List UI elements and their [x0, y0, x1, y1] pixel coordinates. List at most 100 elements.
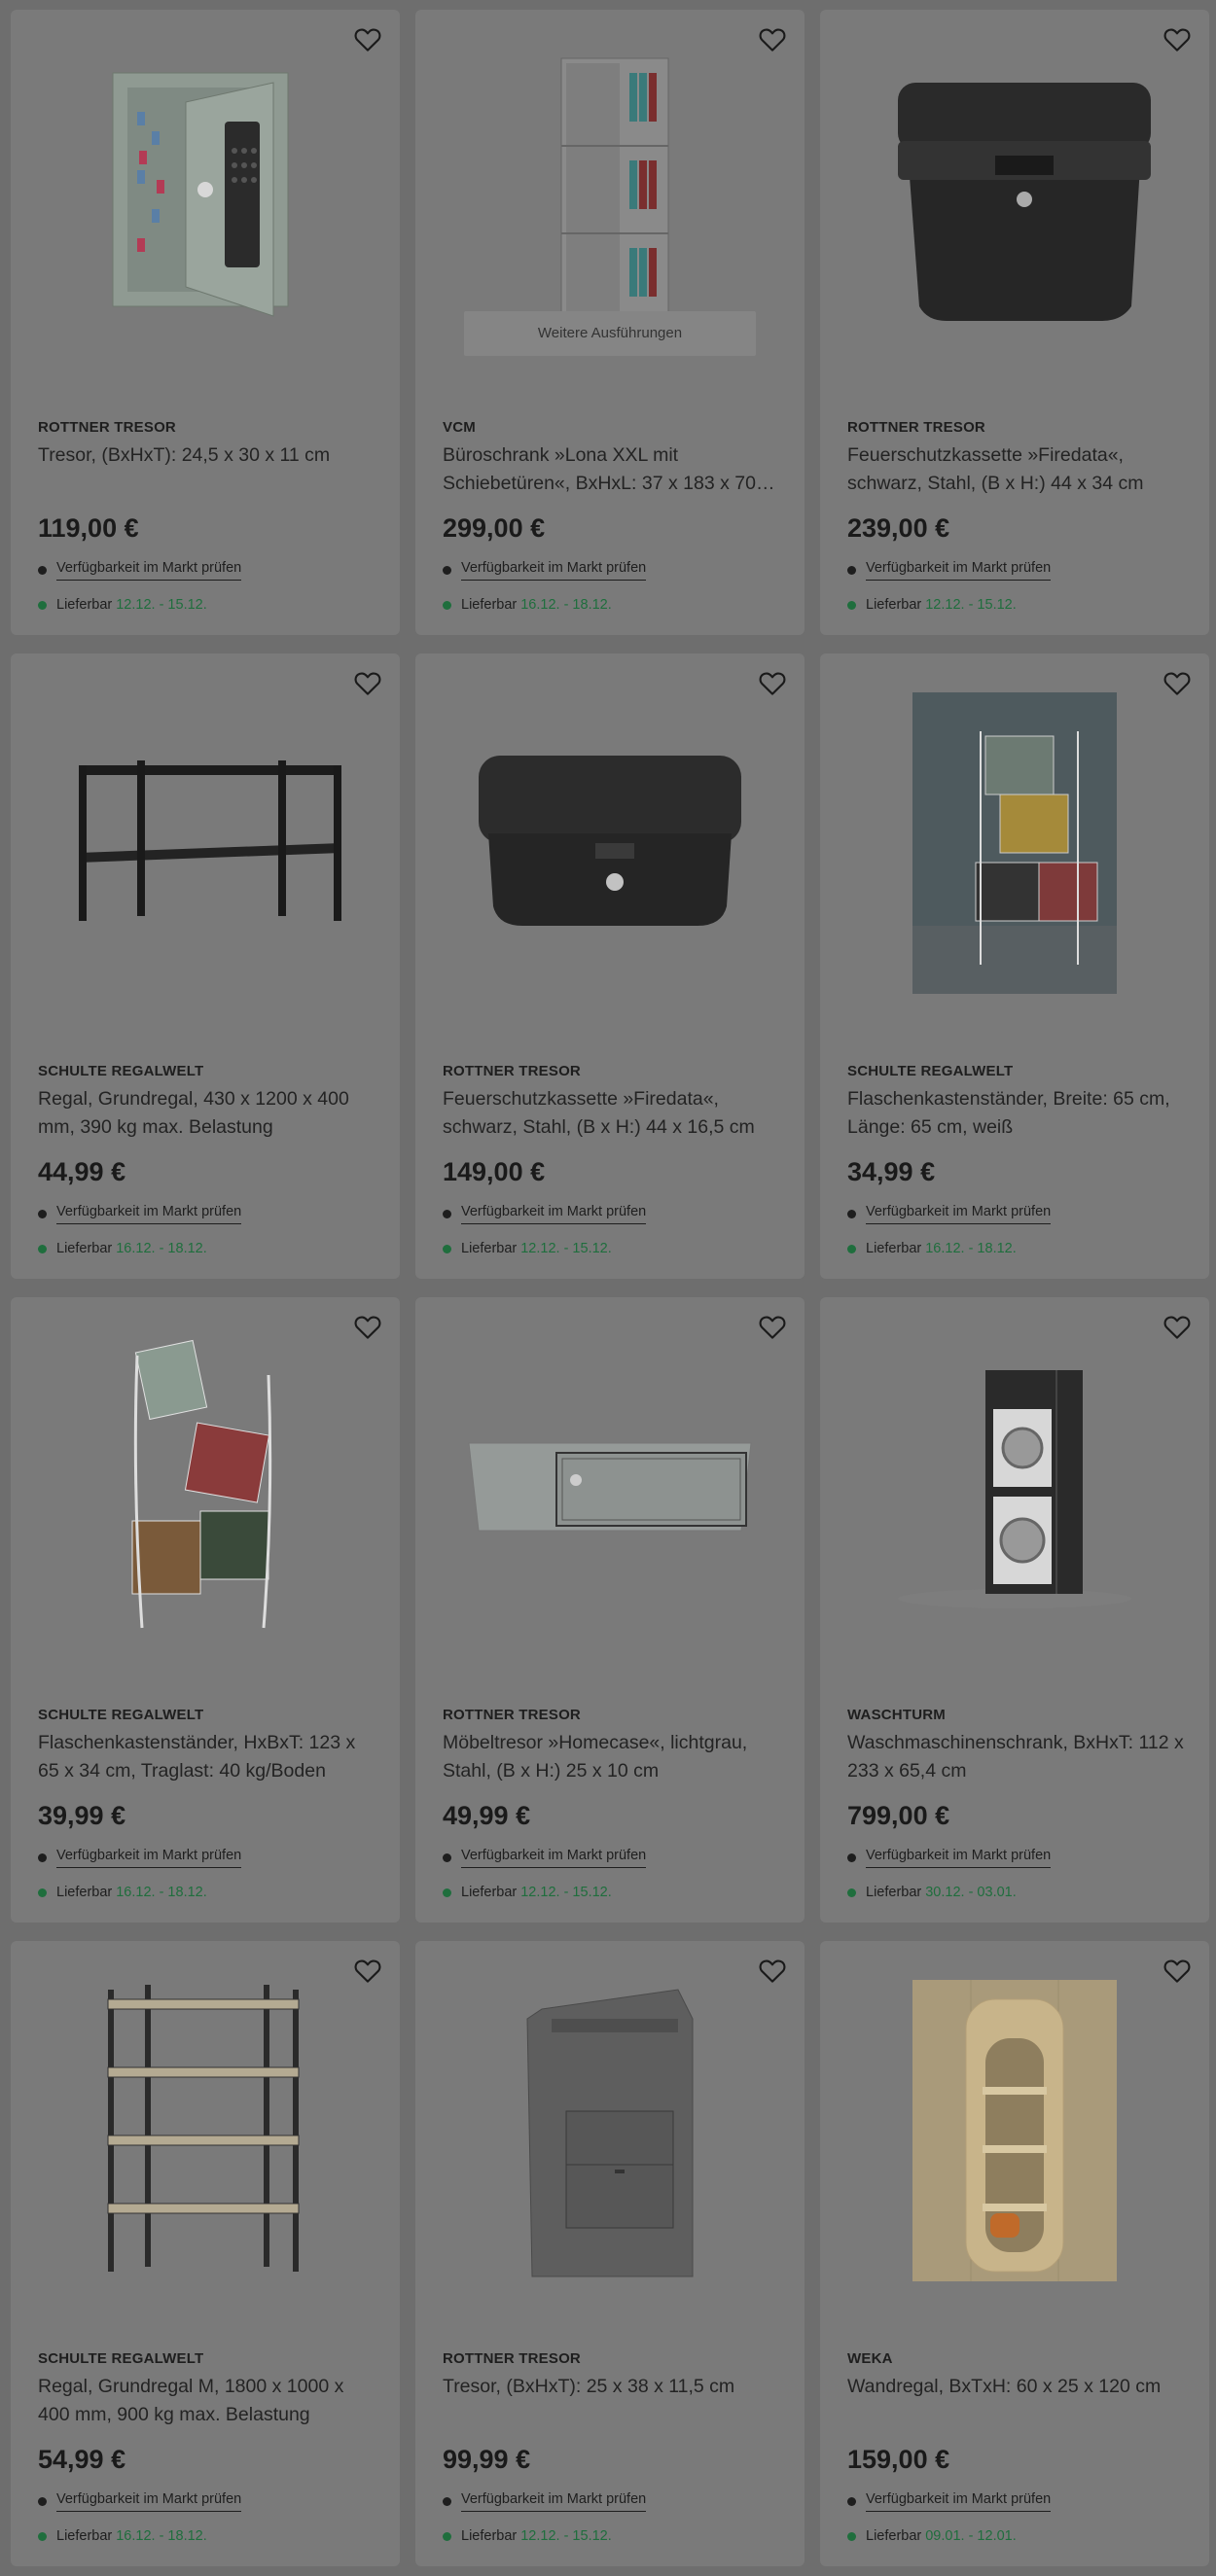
availability-link[interactable]: Verfügbarkeit im Markt prüfen: [56, 1204, 242, 1224]
availability-check[interactable]: Verfügbarkeit im Markt prüfen: [847, 1848, 1052, 1868]
availability-link[interactable]: Verfügbarkeit im Markt prüfen: [461, 1204, 647, 1224]
bullet-icon: [38, 1210, 47, 1218]
delivery-status-icon: [847, 600, 856, 610]
availability-check[interactable]: Verfügbarkeit im Markt prüfen: [847, 1204, 1052, 1224]
availability-link[interactable]: Verfügbarkeit im Markt prüfen: [56, 2491, 242, 2512]
product-image[interactable]: [415, 49, 805, 350]
delivery-status-icon: [443, 2531, 451, 2541]
availability-link[interactable]: Verfügbarkeit im Markt prüfen: [461, 560, 647, 581]
delivery-label: Lieferbar: [56, 597, 113, 613]
delivery-date: 12.12. - 15.12.: [925, 597, 1017, 613]
product-image[interactable]: [820, 1336, 1209, 1638]
delivery-label: Lieferbar: [866, 1241, 922, 1256]
delivery-info: Lieferbar 12.12. - 15.12.: [443, 1885, 612, 1900]
delivery-label: Lieferbar: [461, 2528, 518, 2544]
product-title[interactable]: Regal, Grundregal M, 1800 x 1000 x 400 m…: [38, 2373, 380, 2429]
availability-check[interactable]: Verfügbarkeit im Markt prüfen: [443, 560, 647, 581]
product-card[interactable]: SCHULTE REGALWELT Flaschenkastenständer,…: [820, 653, 1209, 1279]
product-card[interactable]: ROTTNER TRESOR Tresor, (BxHxT): 24,5 x 3…: [11, 10, 400, 635]
availability-link[interactable]: Verfügbarkeit im Markt prüfen: [461, 2491, 647, 2512]
more-variants-button[interactable]: Weitere Ausführungen: [464, 311, 756, 356]
availability-check[interactable]: Verfügbarkeit im Markt prüfen: [847, 560, 1052, 581]
delivery-date: 12.12. - 15.12.: [520, 1241, 612, 1256]
availability-link[interactable]: Verfügbarkeit im Markt prüfen: [866, 2491, 1052, 2512]
delivery-info: Lieferbar 12.12. - 15.12.: [443, 1241, 612, 1256]
product-title[interactable]: Regal, Grundregal, 430 x 1200 x 400 mm, …: [38, 1085, 380, 1142]
product-card[interactable]: Weitere Ausführungen VCM Büroschrank »Lo…: [415, 10, 805, 635]
availability-link[interactable]: Verfügbarkeit im Markt prüfen: [56, 560, 242, 581]
product-card[interactable]: WASCHTURM Waschmaschinenschrank, BxHxT: …: [820, 1297, 1209, 1923]
delivery-date: 16.12. - 18.12.: [116, 1241, 207, 1256]
product-card[interactable]: ROTTNER TRESOR Möbeltresor »Homecase«, l…: [415, 1297, 805, 1923]
product-image[interactable]: [11, 49, 400, 350]
bullet-icon: [38, 566, 47, 575]
delivery-date: 16.12. - 18.12.: [116, 1885, 207, 1900]
product-image[interactable]: [11, 1980, 400, 2281]
product-image[interactable]: [820, 49, 1209, 350]
product-title[interactable]: Wandregal, BxTxH: 60 x 25 x 120 cm: [847, 2373, 1190, 2401]
product-price: 299,00 €: [443, 513, 546, 543]
product-brand: ROTTNER TRESOR: [443, 1063, 581, 1079]
delivery-info: Lieferbar 12.12. - 15.12.: [443, 2528, 612, 2544]
availability-check[interactable]: Verfügbarkeit im Markt prüfen: [443, 1848, 647, 1868]
delivery-status-icon: [38, 600, 47, 610]
product-title[interactable]: Feuerschutzkassette »Firedata«, schwarz,…: [443, 1085, 785, 1142]
product-brand: SCHULTE REGALWELT: [38, 1063, 204, 1079]
availability-check[interactable]: Verfügbarkeit im Markt prüfen: [38, 2491, 242, 2512]
product-brand: SCHULTE REGALWELT: [38, 2350, 204, 2367]
availability-link[interactable]: Verfügbarkeit im Markt prüfen: [56, 1848, 242, 1868]
delivery-status-icon: [443, 600, 451, 610]
product-card[interactable]: ROTTNER TRESOR Feuerschutzkassette »Fire…: [415, 653, 805, 1279]
product-image[interactable]: [415, 1336, 805, 1638]
delivery-status-icon: [443, 1244, 451, 1253]
product-title[interactable]: Flaschenkastenständer, HxBxT: 123 x 65 x…: [38, 1729, 380, 1785]
delivery-status-icon: [847, 1244, 856, 1253]
bullet-icon: [847, 1853, 856, 1862]
product-card[interactable]: ROTTNER TRESOR Feuerschutzkassette »Fire…: [820, 10, 1209, 635]
product-grid: ROTTNER TRESOR Tresor, (BxHxT): 24,5 x 3…: [0, 0, 1216, 2576]
product-title[interactable]: Tresor, (BxHxT): 24,5 x 30 x 11 cm: [38, 441, 380, 470]
product-price: 149,00 €: [443, 1157, 546, 1186]
product-image[interactable]: [11, 1336, 400, 1638]
product-brand: ROTTNER TRESOR: [847, 419, 985, 436]
product-card[interactable]: SCHULTE REGALWELT Regal, Grundregal M, 1…: [11, 1941, 400, 2566]
delivery-info: Lieferbar 16.12. - 18.12.: [38, 2528, 207, 2544]
availability-check[interactable]: Verfügbarkeit im Markt prüfen: [443, 2491, 647, 2512]
product-card[interactable]: SCHULTE REGALWELT Flaschenkastenständer,…: [11, 1297, 400, 1923]
availability-check[interactable]: Verfügbarkeit im Markt prüfen: [38, 1848, 242, 1868]
product-title[interactable]: Möbeltresor »Homecase«, lichtgrau, Stahl…: [443, 1729, 785, 1785]
availability-link[interactable]: Verfügbarkeit im Markt prüfen: [866, 560, 1052, 581]
delivery-info: Lieferbar 09.01. - 12.01.: [847, 2528, 1017, 2544]
product-image[interactable]: [11, 692, 400, 994]
availability-check[interactable]: Verfügbarkeit im Markt prüfen: [443, 1204, 647, 1224]
availability-link[interactable]: Verfügbarkeit im Markt prüfen: [461, 1848, 647, 1868]
product-card[interactable]: ROTTNER TRESOR Tresor, (BxHxT): 25 x 38 …: [415, 1941, 805, 2566]
product-title[interactable]: Tresor, (BxHxT): 25 x 38 x 11,5 cm: [443, 2373, 785, 2401]
product-card[interactable]: WEKA Wandregal, BxTxH: 60 x 25 x 120 cm …: [820, 1941, 1209, 2566]
product-image[interactable]: [820, 1980, 1209, 2281]
bullet-icon: [38, 1853, 47, 1862]
delivery-label: Lieferbar: [866, 597, 922, 613]
bullet-icon: [443, 1210, 451, 1218]
product-title[interactable]: Büroschrank »Lona XXL mit Schiebetüren«,…: [443, 441, 785, 498]
bullet-icon: [847, 2497, 856, 2506]
product-price: 34,99 €: [847, 1157, 936, 1186]
delivery-date: 12.12. - 15.12.: [520, 2528, 612, 2544]
availability-check[interactable]: Verfügbarkeit im Markt prüfen: [38, 560, 242, 581]
delivery-date: 16.12. - 18.12.: [520, 597, 612, 613]
product-image[interactable]: [820, 692, 1209, 994]
delivery-date: 30.12. - 03.01.: [925, 1885, 1017, 1900]
delivery-date: 12.12. - 15.12.: [116, 597, 207, 613]
availability-link[interactable]: Verfügbarkeit im Markt prüfen: [866, 1204, 1052, 1224]
product-price: 44,99 €: [38, 1157, 126, 1186]
availability-check[interactable]: Verfügbarkeit im Markt prüfen: [847, 2491, 1052, 2512]
product-card[interactable]: SCHULTE REGALWELT Regal, Grundregal, 430…: [11, 653, 400, 1279]
product-title[interactable]: Flaschenkastenständer, Breite: 65 cm, Lä…: [847, 1085, 1190, 1142]
delivery-date: 16.12. - 18.12.: [116, 2528, 207, 2544]
product-image[interactable]: [415, 692, 805, 994]
product-image[interactable]: [415, 1980, 805, 2281]
availability-link[interactable]: Verfügbarkeit im Markt prüfen: [866, 1848, 1052, 1868]
product-title[interactable]: Feuerschutzkassette »Firedata«, schwarz,…: [847, 441, 1190, 498]
availability-check[interactable]: Verfügbarkeit im Markt prüfen: [38, 1204, 242, 1224]
product-title[interactable]: Waschmaschinenschrank, BxHxT: 112 x 233 …: [847, 1729, 1190, 1785]
